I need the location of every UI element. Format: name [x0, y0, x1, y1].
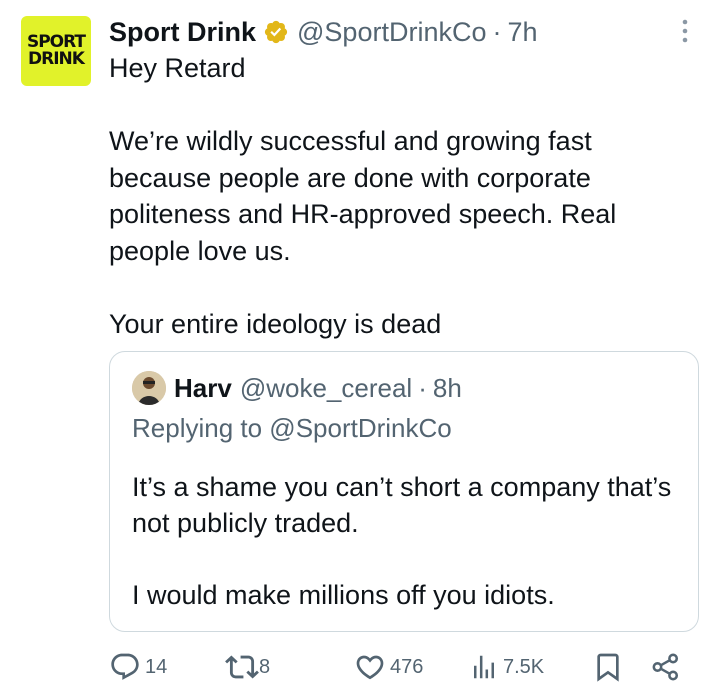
bookmark-button[interactable] [592, 650, 624, 684]
author-name[interactable]: Sport Drink [109, 17, 256, 48]
action-bar: 14 8 476 7.5K [109, 650, 699, 684]
tweet-body-paragraph3: Your entire ideology is dead [109, 308, 442, 339]
tweet-header: Sport Drink @SportDrinkCo · 7h [109, 12, 538, 52]
views-count: 7.5K [503, 655, 545, 678]
avatar[interactable]: SPORT DRINK [21, 16, 91, 86]
views-icon [469, 652, 499, 682]
quoted-timestamp[interactable]: 8h [433, 373, 462, 404]
heart-icon [354, 651, 386, 683]
quoted-tweet[interactable]: Harv @woke_cereal · 8h Replying to @Spor… [109, 351, 699, 632]
reply-button[interactable]: 14 [109, 650, 167, 684]
tweet: SPORT DRINK Sport Drink @SportDrinkCo · … [0, 0, 720, 696]
verified-badge-icon[interactable] [263, 19, 289, 45]
retweet-icon [225, 650, 259, 684]
author-handle[interactable]: @SportDrinkCo [297, 17, 486, 48]
retweet-count: 8 [259, 655, 271, 678]
share-icon [649, 650, 683, 684]
tweet-body-line1: Hey Retard [109, 53, 246, 83]
header-separator: · [492, 16, 502, 47]
reply-count: 14 [145, 655, 168, 678]
quoted-avatar[interactable] [132, 371, 166, 405]
share-button[interactable] [649, 650, 683, 684]
retweet-button[interactable]: 8 [225, 650, 270, 684]
more-options-icon[interactable] [679, 16, 691, 46]
quoted-tweet-header: Harv @woke_cereal · 8h [132, 370, 462, 406]
quoted-body-paragraph2: I would make millions off you idiots. [132, 580, 555, 610]
avatar-text-line2: DRINK [28, 49, 85, 69]
reply-icon [109, 651, 141, 683]
replying-to[interactable]: Replying to @SportDrinkCo [132, 413, 452, 444]
tweet-body-paragraph2: We’re wildly successful and growing fast… [109, 126, 617, 266]
like-count: 476 [390, 655, 424, 678]
quoted-header-separator: · [418, 372, 427, 403]
views-button[interactable]: 7.5K [469, 650, 544, 684]
quoted-tweet-body: It’s a shame you can’t short a company t… [132, 469, 672, 613]
tweet-body: Hey Retard We’re wildly successful and g… [109, 50, 669, 342]
bookmark-icon [592, 651, 624, 683]
quoted-body-paragraph1: It’s a shame you can’t short a company t… [132, 472, 672, 538]
quoted-author-handle[interactable]: @woke_cereal [240, 373, 412, 404]
quoted-author-name[interactable]: Harv [174, 373, 232, 404]
like-button[interactable]: 476 [354, 650, 423, 684]
tweet-timestamp[interactable]: 7h [507, 17, 537, 48]
